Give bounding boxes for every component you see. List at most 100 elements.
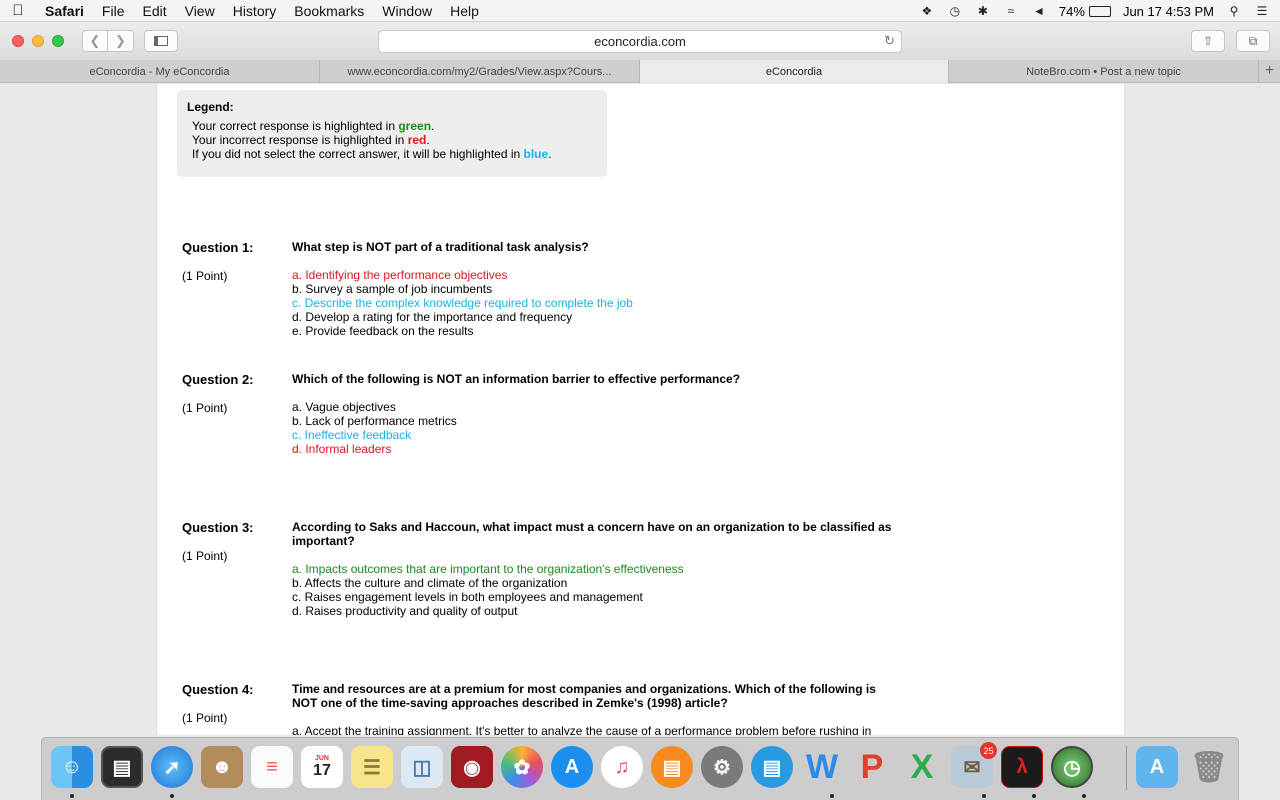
reload-icon[interactable]: ↻ (884, 33, 895, 49)
share-button[interactable]: ⇧ (1191, 30, 1225, 52)
legend-correct-text: Your correct response is highlighted in (192, 119, 399, 133)
time-machine-icon[interactable]: ◷ (1051, 746, 1093, 788)
answer-option: d. Informal leaders (292, 442, 392, 456)
volume-icon[interactable]: ◄ (1031, 4, 1047, 18)
notebro-icon[interactable]: ▤ (751, 746, 793, 788)
answer-options: a. Accept the training assignment. It's … (292, 724, 912, 735)
browser-toolbar: ❮ ❯ econcordia.com ↻ ⇧ ⧉ (0, 22, 1280, 60)
running-indicator (70, 794, 74, 798)
photos-icon[interactable]: ✿ (501, 746, 543, 788)
menu-bookmarks[interactable]: Bookmarks (285, 3, 373, 19)
legend-period: . (426, 133, 430, 147)
menu-view[interactable]: View (176, 3, 224, 19)
question-points: (1 Point) (182, 549, 228, 563)
tab-econcordia-my[interactable]: eConcordia - My eConcordia (0, 60, 320, 83)
answer-options: a. Identifying the performance objective… (292, 268, 912, 338)
zoom-window-button[interactable] (52, 35, 64, 47)
answer-options: a. Impacts outcomes that are important t… (292, 562, 912, 618)
notification-center-icon[interactable]: ☰ (1254, 4, 1270, 18)
page-content: Legend: Your correct response is highlig… (156, 84, 1125, 735)
excel-icon[interactable]: X (901, 746, 943, 788)
calendar-icon[interactable]: JUN 17 (301, 746, 343, 788)
wifi-icon[interactable]: ≈ (1003, 4, 1019, 18)
apple-icon[interactable]:  (0, 2, 36, 19)
address-bar[interactable]: econcordia.com ↻ (378, 30, 902, 53)
time-machine-status-icon[interactable]: ◷ (947, 4, 963, 18)
ibooks-icon[interactable]: ▤ (651, 746, 693, 788)
acrobat-icon[interactable]: λ (1001, 746, 1043, 788)
finder-icon[interactable]: ☺ (51, 746, 93, 788)
photo-booth-icon[interactable]: ◉ (451, 746, 493, 788)
menu-history[interactable]: History (224, 3, 286, 19)
question-text: According to Saks and Haccoun, what impa… (292, 520, 892, 548)
tab-grades-view[interactable]: www.econcordia.com/my2/Grades/View.aspx?… (320, 60, 640, 83)
safari-icon[interactable]: ➚ (151, 746, 193, 788)
spotlight-icon[interactable]: ⚲ (1226, 4, 1242, 18)
running-indicator (982, 794, 986, 798)
menu-window[interactable]: Window (373, 3, 441, 19)
mail-icon[interactable]: ✉ 25 (951, 742, 997, 788)
legend-blue-word: blue (523, 147, 549, 161)
minimize-window-button[interactable] (32, 35, 44, 47)
question-label: Question 2: (182, 372, 254, 387)
reminders-icon[interactable]: ≡ (251, 746, 293, 788)
dashboard-icon[interactable]: ▤ (101, 746, 143, 788)
sidebar-icon (154, 36, 168, 46)
itunes-icon[interactable]: ♫ (601, 746, 643, 788)
dropbox-icon[interactable]: ❖ (919, 4, 935, 18)
preview-icon[interactable]: ◫ (401, 746, 443, 788)
system-preferences-icon[interactable]: ⚙ (701, 746, 743, 788)
powerpoint-icon[interactable]: P (851, 746, 893, 788)
contacts-icon[interactable]: ☻ (201, 746, 243, 788)
tab-bar: eConcordia - My eConcordia www.econcordi… (0, 60, 1280, 83)
tab-econcordia-active[interactable]: eConcordia (640, 60, 949, 83)
question-block: Question 3: (1 Point) According to Saks … (182, 520, 1112, 620)
bluetooth-icon[interactable]: ✱ (975, 4, 991, 18)
address-text: econcordia.com (594, 34, 686, 49)
tab-notebro[interactable]: NoteBro.com • Post a new topic (949, 60, 1259, 83)
legend-red-word: red (407, 133, 427, 147)
web-viewport: Legend: Your correct response is highlig… (0, 84, 1280, 735)
question-text: Time and resources are at a premium for … (292, 682, 876, 710)
mail-badge: 25 (980, 742, 997, 759)
show-all-tabs-button[interactable]: ⧉ (1236, 30, 1270, 52)
battery-indicator[interactable]: 74% (1059, 4, 1111, 19)
question-label: Question 1: (182, 240, 254, 255)
legend-title: Legend: (187, 100, 234, 114)
answer-option: a. Impacts outcomes that are important t… (292, 562, 684, 576)
trash-icon[interactable]: 🗑 (1188, 746, 1230, 788)
answer-option: c. Raises engagement levels in both empl… (292, 590, 643, 604)
running-indicator (830, 794, 834, 798)
window-controls (12, 35, 64, 47)
question-text: Which of the following is NOT an informa… (292, 372, 741, 386)
dock: ☺ ▤ ➚ ☻ ≡ JUN 17 ☰ ◫ ◉ ✿ A ♫ ▤ ⚙ ▤ W P X… (41, 737, 1239, 800)
back-button[interactable]: ❮ (83, 31, 108, 51)
calendar-month: JUN (314, 754, 329, 762)
new-tab-button[interactable]: + (1259, 60, 1280, 82)
app-store-icon[interactable]: A (551, 746, 593, 788)
word-icon[interactable]: W (801, 746, 843, 788)
menu-app-name[interactable]: Safari (36, 3, 93, 19)
notes-icon[interactable]: ☰ (351, 746, 393, 788)
answer-option: b. Affects the culture and climate of th… (292, 576, 568, 590)
question-points: (1 Point) (182, 269, 228, 283)
answer-option: c. Ineffective feedback (292, 428, 412, 442)
legend-missed-line: If you did not select the correct answer… (187, 147, 597, 161)
question-block: Question 2: (1 Point) Which of the follo… (182, 372, 1112, 462)
applications-folder-icon[interactable]: A (1136, 746, 1178, 788)
close-window-button[interactable] (12, 35, 24, 47)
menu-edit[interactable]: Edit (133, 3, 175, 19)
sidebar-toggle-button[interactable] (144, 30, 178, 52)
legend-green-word: green (398, 119, 432, 133)
question-block: Question 1: (1 Point) What step is NOT p… (182, 240, 1112, 340)
menu-clock[interactable]: Jun 17 4:53 PM (1123, 4, 1214, 19)
tabs-overview-icon: ⧉ (1248, 33, 1258, 48)
answer-option: a. Vague objectives (292, 400, 396, 414)
menu-file[interactable]: File (93, 3, 134, 19)
legend-incorrect-line: Your incorrect response is highlighted i… (187, 133, 597, 147)
menu-help[interactable]: Help (441, 3, 488, 19)
battery-icon (1088, 5, 1111, 17)
question-block: Question 4: (1 Point) Time and resources… (182, 682, 1112, 735)
forward-button[interactable]: ❯ (108, 31, 133, 51)
legend-incorrect-text: Your incorrect response is highlighted i… (192, 133, 408, 147)
